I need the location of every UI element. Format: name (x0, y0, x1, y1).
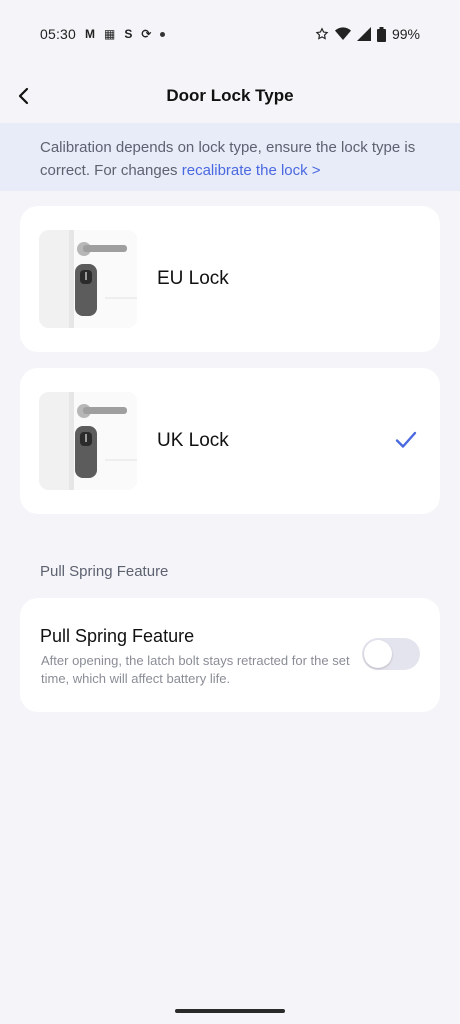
status-right: 99% (315, 26, 420, 42)
recalibrate-link[interactable]: recalibrate the lock > (182, 162, 321, 179)
status-time: 05:30 (40, 26, 77, 42)
header: Door Lock Type (0, 72, 460, 120)
section-label-pull-spring: Pull Spring Feature (40, 563, 169, 580)
star-icon (315, 27, 329, 40)
s-app-icon: S (124, 27, 133, 41)
battery-percent: 99% (391, 26, 420, 42)
eu-lock-image (39, 230, 137, 328)
battery-icon (376, 26, 386, 42)
notice-text-block: Calibration depends on lock type, ensure… (40, 136, 430, 182)
wifi-icon (334, 27, 351, 40)
page-title: Door Lock Type (166, 86, 294, 105)
sync-icon: ⟳ (141, 27, 152, 41)
uk-lock-label: UK Lock (157, 430, 229, 451)
calibration-notice: Calibration depends on lock type, ensure… (0, 123, 460, 191)
status-bar: 05:30 M ▦ S ⟳ 99% (0, 0, 460, 68)
lock-option-uk[interactable]: UK Lock (20, 368, 440, 514)
signal-icon (356, 27, 371, 41)
pull-spring-toggle[interactable] (362, 638, 420, 670)
pull-spring-card: Pull Spring Feature After opening, the l… (20, 598, 440, 712)
door-lock-illustration (39, 230, 137, 328)
checkmark-icon (395, 431, 417, 448)
more-notifications-dot (160, 31, 166, 37)
home-indicator[interactable] (175, 1009, 285, 1013)
pull-spring-title: Pull Spring Feature (40, 626, 195, 646)
pull-spring-description: After opening, the latch bolt stays retr… (41, 653, 350, 686)
calendar-icon: ▦ (104, 27, 116, 41)
toggle-knob (364, 640, 392, 668)
door-lock-illustration (39, 392, 137, 490)
gmail-icon: M (85, 27, 96, 41)
lock-option-eu[interactable]: EU Lock (20, 206, 440, 352)
status-left: 05:30 M ▦ S ⟳ (40, 26, 166, 42)
eu-lock-label: EU Lock (157, 268, 229, 289)
uk-lock-image (39, 392, 137, 490)
